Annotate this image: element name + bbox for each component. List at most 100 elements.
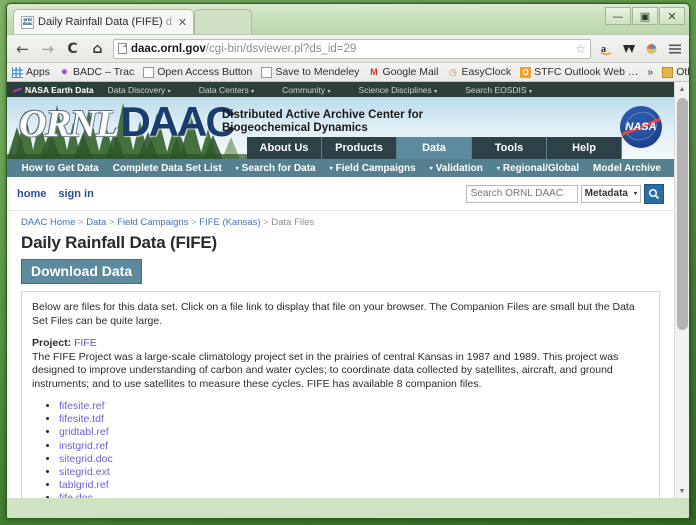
nasabar-item-data-centers[interactable]: Data Centers ▾: [185, 85, 268, 95]
nasabar-item-search-eosdis[interactable]: Search EOSDIS ▾: [451, 85, 546, 95]
home-link[interactable]: home: [17, 188, 46, 200]
scroll-up-arrow-icon[interactable]: ▲: [675, 82, 690, 96]
reload-icon[interactable]: C: [63, 39, 82, 58]
breadcrumb-separator: >: [191, 217, 197, 228]
search-button[interactable]: [644, 183, 664, 204]
url-path: /cgi-bin/dsviewer.pl?ds_id=29: [205, 42, 357, 55]
breadcrumb-daac-home[interactable]: DAAC Home: [21, 217, 75, 228]
bookmark-star-icon[interactable]: ☆: [575, 42, 586, 56]
main-navigation: About Us Products Data Tools Help: [247, 137, 622, 159]
back-icon[interactable]: ←: [13, 39, 32, 58]
colorful-extension-icon[interactable]: [643, 40, 660, 57]
subnav-how-to-get-data[interactable]: How to Get Data: [15, 163, 106, 174]
project-link-fife[interactable]: FIFE: [74, 337, 97, 349]
file-link-fife-doc[interactable]: fife.doc: [59, 492, 93, 498]
subnav-complete-data-set-list[interactable]: Complete Data Set List: [106, 163, 229, 174]
file-link-sitegrid-ext[interactable]: sitegrid.ext: [59, 466, 110, 478]
bookmark-stfc-outlook-web[interactable]: O STFC Outlook Web …: [520, 66, 638, 78]
page-scrollbar[interactable]: ▲ ▼: [674, 82, 689, 498]
bookmark-open-access-button[interactable]: Open Access Button: [143, 66, 252, 78]
chrome-menu-icon[interactable]: [666, 40, 683, 57]
forward-icon[interactable]: →: [38, 39, 57, 58]
nasabar-item-science-disciplines[interactable]: Science Disciplines ▾: [345, 85, 452, 95]
chevron-down-icon: ▾: [235, 165, 239, 172]
dark-extension-icon[interactable]: [620, 40, 637, 57]
file-link-instgrid-ref[interactable]: instgrid.ref: [59, 440, 108, 452]
bookmark-easyclock[interactable]: ◷ EasyClock: [447, 66, 511, 78]
subnav-label: Validation: [435, 162, 483, 174]
subnav-label: Field Campaigns: [335, 162, 416, 174]
tab-close-icon[interactable]: ✕: [176, 16, 187, 29]
project-paragraph: Project: FIFE The FIFE Project was a lar…: [32, 337, 649, 391]
file-link-tablgrid-ref[interactable]: tablgrid.ref: [59, 479, 109, 491]
utility-row: home sign in Metadata ▾: [7, 177, 674, 211]
nav-tab-tools[interactable]: Tools: [472, 137, 547, 159]
nasabar-item-label: Data Discovery: [107, 84, 166, 95]
list-item: fife.doc: [59, 492, 649, 498]
minimize-button[interactable]: —: [605, 7, 631, 25]
banner-subtitle-line2: Biogeochemical Dynamics: [222, 122, 368, 134]
subnav-validation[interactable]: ▾ Validation: [423, 163, 490, 174]
breadcrumb-field-campaigns[interactable]: Field Campaigns: [117, 217, 188, 228]
other-bookmarks-folder[interactable]: Other bookmarks: [662, 66, 689, 78]
subnav-label: Model Archive: [593, 162, 661, 174]
file-link-gridtabl-ref[interactable]: gridtabl.ref: [59, 426, 109, 438]
site-search: Metadata ▾: [465, 183, 664, 204]
scrollbar-track[interactable]: [675, 96, 690, 484]
bookmark-save-to-mendeley[interactable]: Save to Mendeley: [261, 66, 359, 78]
search-input[interactable]: [465, 184, 578, 203]
bookmark-label: Open Access Button: [157, 66, 253, 78]
bookmarks-overflow-icon[interactable]: »: [647, 66, 653, 78]
ornl-daac-logo[interactable]: ORNL DAAC: [19, 101, 236, 144]
subnav-search-for-data[interactable]: ▾ Search for Data: [229, 163, 323, 174]
breadcrumb-fife-kansas[interactable]: FIFE (Kansas): [199, 217, 260, 228]
address-bar[interactable]: daac.ornl.gov/cgi-bin/dsviewer.pl?ds_id=…: [113, 38, 591, 59]
subnav-regional-global[interactable]: ▾ Regional/Global: [490, 163, 586, 174]
scrollbar-thumb[interactable]: [676, 98, 688, 330]
search-scope-select[interactable]: Metadata ▾: [580, 184, 641, 203]
tab-title-truncated: d: [162, 16, 172, 28]
nasabar-item-data-discovery[interactable]: Data Discovery ▾: [94, 85, 185, 95]
nav-tab-products[interactable]: Products: [322, 137, 397, 159]
close-button[interactable]: ✕: [659, 7, 685, 25]
companion-file-list: fifesite.ref fifesite.tdf gridtabl.ref i…: [32, 400, 649, 498]
subnav-label: Complete Data Set List: [112, 162, 222, 174]
download-data-button[interactable]: Download Data: [21, 259, 143, 284]
nasa-logo-icon[interactable]: NASA: [620, 106, 662, 148]
home-icon[interactable]: ⌂: [88, 39, 107, 58]
nasa-earthdata-brand[interactable]: NASA Earth Data: [13, 85, 94, 95]
file-link-fifesite-ref[interactable]: fifesite.ref: [59, 400, 105, 412]
file-link-fifesite-tdf[interactable]: fifesite.tdf: [59, 413, 104, 425]
main-content: DAAC Home > Data > Field Campaigns > FIF…: [7, 211, 674, 498]
nav-tab-about-us[interactable]: About Us: [247, 137, 322, 159]
bookmarks-overflow-group: » Other bookmarks: [647, 66, 689, 78]
subnav-model-archive[interactable]: Model Archive: [586, 163, 668, 174]
browser-tab-active[interactable]: ornl daac Daily Rainfall Data (FIFE) d ✕: [13, 9, 195, 34]
amazon-extension-icon[interactable]: a: [597, 40, 614, 57]
chevron-down-icon: ▾: [434, 88, 438, 95]
bookmark-label: Save to Mendeley: [275, 66, 360, 78]
nasa-dot-icon: [13, 85, 22, 94]
nav-tab-data[interactable]: Data: [397, 137, 472, 159]
nasa-earthdata-bar: NASA Earth Data Data Discovery ▾ Data Ce…: [7, 82, 674, 97]
bookmark-google-mail[interactable]: M Google Mail: [368, 66, 438, 78]
list-item: gridtabl.ref: [59, 426, 649, 439]
favicon-line-2: daac: [22, 21, 33, 26]
nasabar-item-community[interactable]: Community ▾: [268, 85, 344, 95]
file-link-sitegrid-doc[interactable]: sitegrid.doc: [59, 453, 113, 465]
tab-title-text: Daily Rainfall Data (FIFE): [38, 16, 163, 28]
sign-in-link[interactable]: sign in: [58, 188, 93, 200]
nasabar-item-label: Community: [282, 84, 326, 95]
banner-subtitle: Distributed Active Archive Center for Bi…: [222, 109, 423, 135]
list-item: tablgrid.ref: [59, 479, 649, 492]
nasa-logo-text: NASA: [625, 121, 657, 133]
nav-tab-help[interactable]: Help: [547, 137, 622, 159]
scroll-down-arrow-icon[interactable]: ▼: [675, 484, 690, 498]
subnav-field-campaigns[interactable]: ▾ Field Campaigns: [323, 163, 423, 174]
nasabar-item-label: Search EOSDIS: [465, 84, 527, 95]
bookmark-apps[interactable]: Apps: [12, 66, 50, 78]
bookmark-badc-trac[interactable]: ✹ BADC – Trac: [59, 66, 135, 78]
maximize-button[interactable]: ▣: [632, 7, 658, 25]
breadcrumb-data[interactable]: Data: [86, 217, 106, 228]
new-tab-button[interactable]: [194, 9, 253, 34]
